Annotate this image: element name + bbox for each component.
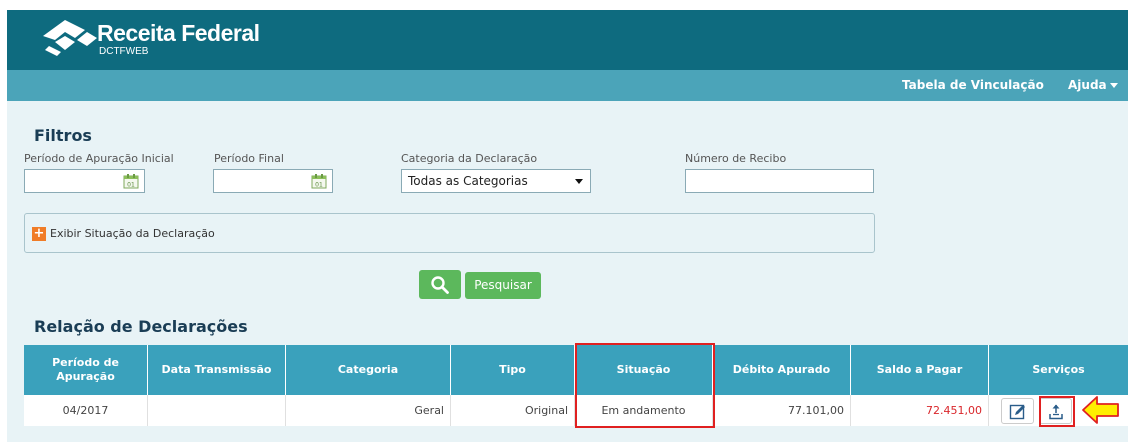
situacao-highlight: [575, 343, 715, 428]
receita-logo-icon: [43, 20, 97, 56]
nav-bar: Tabela de Vinculação Ajuda: [7, 70, 1128, 101]
periodo-final-label: Período Final: [214, 152, 284, 165]
cell-data-transmissao: [148, 395, 286, 426]
app-frame: Receita Federal DCTFWEB Tabela de Vincul…: [7, 10, 1128, 442]
categoria-label: Categoria da Declaração: [401, 152, 538, 165]
calendar-day: 01: [127, 182, 135, 189]
chevron-down-icon: [1109, 83, 1118, 88]
plus-icon[interactable]: +: [32, 227, 46, 241]
cell-periodo: 04/2017: [24, 395, 148, 426]
brand-title: Receita Federal: [97, 20, 260, 46]
situacao-panel: + Exibir Situação da Declaração: [24, 213, 875, 253]
filtros-title: Filtros: [34, 126, 92, 145]
periodo-final-input[interactable]: 01: [213, 169, 333, 193]
relacao-title: Relação de Declarações: [34, 317, 248, 336]
nav-tabela-vinculacao[interactable]: Tabela de Vinculação: [902, 78, 1044, 92]
dropdown-arrow-icon: [575, 179, 583, 184]
pesquisar-button[interactable]: Pesquisar: [465, 272, 541, 299]
cell-saldo: 72.451,00: [851, 395, 989, 426]
brand-subtitle: DCTFWEB: [99, 46, 149, 57]
col-tipo[interactable]: Tipo: [451, 345, 575, 395]
nav-ajuda-label: Ajuda: [1068, 78, 1107, 92]
cell-categoria: Geral: [286, 395, 451, 426]
top-bar: Receita Federal DCTFWEB: [7, 10, 1128, 70]
edit-button[interactable]: [1001, 398, 1034, 424]
periodo-inicial-label: Período de Apuração Inicial: [24, 152, 174, 165]
calendar-icon[interactable]: 01: [311, 173, 327, 189]
categoria-select-value: Todas as Categorias: [408, 174, 528, 188]
nav-ajuda[interactable]: Ajuda: [1068, 78, 1118, 92]
categoria-select[interactable]: Todas as Categorias: [401, 169, 591, 193]
calendar-icon[interactable]: 01: [123, 173, 139, 189]
calendar-day: 01: [315, 182, 323, 189]
arrow-left-icon: [1082, 396, 1119, 424]
search-button[interactable]: [419, 270, 461, 299]
situacao-toggle[interactable]: Exibir Situação da Declaração: [50, 227, 215, 240]
col-categoria[interactable]: Categoria: [286, 345, 451, 395]
col-servicos: Serviços: [1032, 363, 1085, 376]
col-saldo[interactable]: Saldo a Pagar: [851, 345, 989, 395]
recibo-input[interactable]: [685, 169, 874, 193]
search-icon: [431, 276, 449, 294]
col-periodo[interactable]: Período de Apuração: [24, 345, 148, 395]
edit-icon: [1009, 404, 1025, 420]
brand: Receita Federal DCTFWEB: [97, 20, 260, 57]
periodo-inicial-input[interactable]: 01: [24, 169, 145, 193]
cell-tipo: Original: [451, 395, 575, 426]
recibo-label: Número de Recibo: [685, 152, 787, 165]
col-data-transmissao[interactable]: Data Transmissão: [148, 345, 286, 395]
col-debito[interactable]: Débito Apurado: [713, 345, 851, 395]
upload-highlight: [1039, 396, 1075, 427]
cell-debito: 77.101,00: [713, 395, 851, 426]
